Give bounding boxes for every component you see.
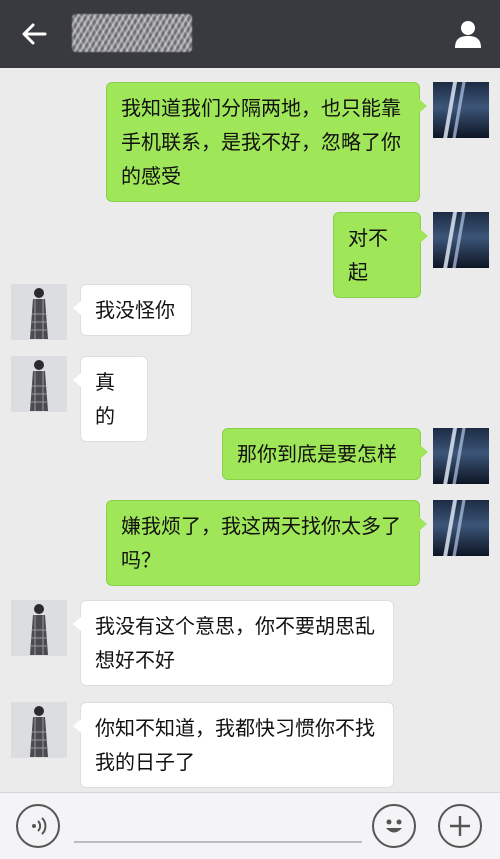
avatar[interactable] bbox=[11, 600, 67, 656]
message-bubble[interactable]: 嫌我烦了，我这两天找你太多了吗？ bbox=[106, 500, 427, 586]
voice-button[interactable] bbox=[16, 804, 60, 848]
message-row: 你知不知道，我都快习惯你不找我的日子了 bbox=[0, 700, 500, 792]
profile-button[interactable] bbox=[448, 14, 488, 54]
person-photo bbox=[11, 702, 67, 758]
input-bar bbox=[0, 792, 500, 859]
message-row: 真的 bbox=[0, 354, 500, 442]
avatar[interactable] bbox=[433, 428, 489, 484]
avatar[interactable] bbox=[11, 356, 67, 412]
avatar[interactable] bbox=[11, 284, 67, 340]
message-row: 我没怪你 bbox=[0, 282, 500, 342]
plus-icon bbox=[450, 816, 470, 836]
avatar[interactable] bbox=[433, 82, 489, 138]
back-button[interactable] bbox=[14, 14, 54, 54]
avatar[interactable] bbox=[433, 212, 489, 268]
voice-icon bbox=[32, 817, 47, 835]
arrow-left-icon bbox=[22, 23, 47, 45]
person-icon bbox=[455, 21, 481, 48]
avatar[interactable] bbox=[11, 702, 67, 758]
message-bubble[interactable]: 那你到底是要怎样 bbox=[222, 428, 428, 480]
message-row: 我没有这个意思，你不要胡思乱想好不好 bbox=[0, 598, 500, 690]
message-row: 对不起 bbox=[0, 208, 500, 298]
emoji-button[interactable] bbox=[372, 804, 416, 848]
input-underline bbox=[74, 841, 362, 843]
message-bubble[interactable]: 我没有这个意思，你不要胡思乱想好不好 bbox=[73, 600, 394, 686]
plus-button[interactable] bbox=[438, 804, 482, 848]
message-row: 嫌我烦了，我这两天找你太多了吗？ bbox=[0, 498, 500, 590]
person-photo bbox=[11, 356, 67, 412]
message-input[interactable] bbox=[74, 807, 366, 843]
message-row: 我知道我们分隔两地，也只能靠手机联系，是我不好，忽略了你的感受 bbox=[0, 68, 500, 202]
contact-name: ████ bbox=[72, 14, 192, 52]
top-bar: ████ bbox=[0, 0, 500, 68]
message-bubble[interactable]: 你知不知道，我都快习惯你不找我的日子了 bbox=[73, 702, 394, 788]
emoji-icon bbox=[386, 819, 402, 833]
message-row: 那你到底是要怎样 bbox=[0, 426, 500, 486]
person-photo bbox=[11, 284, 67, 340]
chat-area[interactable]: 我知道我们分隔两地，也只能靠手机联系，是我不好，忽略了你的感受 对不起 我没怪你 bbox=[0, 68, 500, 792]
message-bubble[interactable]: 我没怪你 bbox=[73, 284, 192, 336]
person-photo bbox=[11, 600, 67, 656]
message-bubble[interactable]: 我知道我们分隔两地，也只能靠手机联系，是我不好，忽略了你的感受 bbox=[106, 82, 427, 202]
avatar[interactable] bbox=[433, 500, 489, 556]
